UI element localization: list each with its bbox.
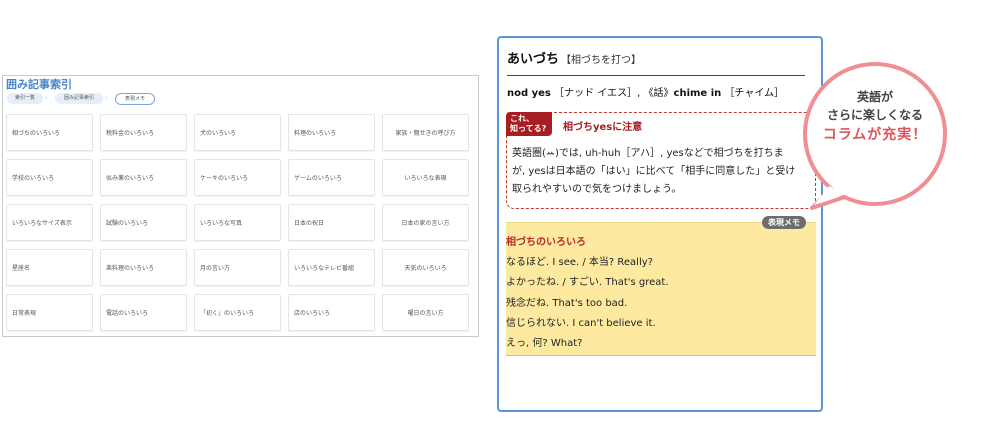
index-tile[interactable]: 相づちのいろいろ <box>6 114 93 151</box>
index-tile[interactable]: 天気のいろいろ <box>382 249 469 286</box>
index-tile[interactable]: 家族・親せきの呼び方 <box>382 114 469 151</box>
chevron-right-icon: › <box>105 94 108 102</box>
index-tile[interactable]: いろいろな表現 <box>382 159 469 196</box>
callout-line-2: さらに楽しくなる <box>826 108 923 122</box>
index-tile[interactable]: 税料金のいろいろ <box>100 114 187 151</box>
index-tile[interactable]: 電話のいろいろ <box>100 294 187 331</box>
expression-memo-box: 表現メモ 相づちのいろいろ なるほど. I see. / 本当? Really?… <box>506 216 816 356</box>
chevron-right-icon: › <box>45 94 48 102</box>
headword-reading: 【相づちを打つ】 <box>561 55 642 66</box>
note-title: 相づちyesに注意 <box>563 122 643 133</box>
did-you-know-tag: これ、 知ってる? <box>506 112 552 136</box>
index-tile[interactable]: 似み薬のいろいろ <box>100 159 187 196</box>
list-item: よかったね. / すごい. That's great. <box>506 277 669 289</box>
memo-badge: 表現メモ <box>762 216 806 229</box>
note-line: が, yesは日本語の「はい」に比べて「相手に同意した」と受け <box>512 166 796 177</box>
list-item: 信じられない. I can't believe it. <box>506 317 656 329</box>
memo-title: 相づちのいろいろ <box>506 237 586 248</box>
note-line: 英語圏(ꕀ)では, uh-huh［アハ］, yesなどで相づちを打ちま <box>512 148 784 159</box>
index-tile[interactable]: 曜日の言い方 <box>382 294 469 331</box>
index-tile[interactable]: いろいろなサイズ表示 <box>6 204 93 241</box>
column-index-panel: 囲み記事索引 索引一覧 › 囲み記事索引 › 表現メモ 相づちのいろいろ 税料金… <box>2 75 479 337</box>
usage-note-box: これ、 知ってる? 相づちyesに注意 英語圏(ꕀ)では, uh-huh［アハ］… <box>506 112 816 209</box>
index-tile[interactable]: ゲームのいろいろ <box>288 159 375 196</box>
feature-callout-bubble: 英語が さらに楽しくなる コラムが充実！ <box>790 62 960 210</box>
note-body: 英語圏(ꕀ)では, uh-huh［アハ］, yesなどで相づちを打ちま が, y… <box>512 145 812 199</box>
breadcrumb-expression-memo[interactable]: 表現メモ <box>115 93 155 105</box>
index-tile[interactable]: いろいろな写真 <box>194 204 281 241</box>
list-item: なるほど. I see. / 本当? Really? <box>506 257 653 268</box>
translation-pronunciation: ［ナッド イエス］, <box>554 88 641 99</box>
entry-headword: あいづち 【相づちを打つ】 <box>507 48 641 67</box>
index-tile[interactable]: 日本の祝日 <box>288 204 375 241</box>
list-item: 残念だね. That's too bad. <box>506 297 628 309</box>
list-item: えっ, 何? What? <box>506 338 583 350</box>
translation-register-label: 《話》 <box>643 88 674 99</box>
entry-translation: nod yes ［ナッド イエス］, 《話》chime in ［チャイム］ <box>507 84 784 99</box>
translation-pronunciation-2: ［チャイム］ <box>724 88 785 99</box>
tag-line-1: これ、 <box>510 114 535 123</box>
index-tile[interactable]: いろいろなテレビ番組 <box>288 249 375 286</box>
index-tile-grid: 相づちのいろいろ 税料金のいろいろ 犬のいろいろ 料理のいろいろ 家族・親せきの… <box>6 114 469 331</box>
callout-text: 英語が さらに楽しくなる コラムが充実！ <box>790 88 960 146</box>
index-tile[interactable]: 楽料理のいろいろ <box>100 249 187 286</box>
callout-line-3: コラムが充実！ <box>822 127 928 143</box>
breadcrumb-column-index[interactable]: 囲み記事索引 <box>55 93 103 104</box>
index-tile[interactable]: 日本の家の言い方 <box>382 204 469 241</box>
callout-line-1: 英語が <box>856 90 893 104</box>
index-tile[interactable]: 料理のいろいろ <box>288 114 375 151</box>
divider <box>507 75 805 76</box>
index-tile[interactable]: ケーキのいろいろ <box>194 159 281 196</box>
index-tile[interactable]: 星座名 <box>6 249 93 286</box>
index-tile[interactable]: 店のいろいろ <box>288 294 375 331</box>
headword-text: あいづち <box>507 52 560 67</box>
breadcrumb-index-list[interactable]: 索引一覧 <box>7 93 43 104</box>
index-tile[interactable]: 月の言い方 <box>194 249 281 286</box>
index-title: 囲み記事索引 <box>6 78 72 91</box>
memo-list: なるほど. I see. / 本当? Really? よかったね. / すごい.… <box>506 253 669 354</box>
note-line: 取られやすいので気をつけましょう。 <box>512 184 682 195</box>
index-tile[interactable]: 学校のいろいろ <box>6 159 93 196</box>
dictionary-entry-panel: あいづち 【相づちを打つ】 nod yes ［ナッド イエス］, 《話》chime… <box>497 36 823 412</box>
translation-phrase-2: chime in <box>673 88 722 99</box>
index-tile[interactable]: 試験のいろいろ <box>100 204 187 241</box>
index-tile[interactable]: 犬のいろいろ <box>194 114 281 151</box>
index-tile[interactable]: 「初く」のいろいろ <box>194 294 281 331</box>
tag-line-2: 知ってる? <box>510 124 547 133</box>
index-tile[interactable]: 日常表現 <box>6 294 93 331</box>
translation-phrase: nod yes <box>507 88 551 99</box>
